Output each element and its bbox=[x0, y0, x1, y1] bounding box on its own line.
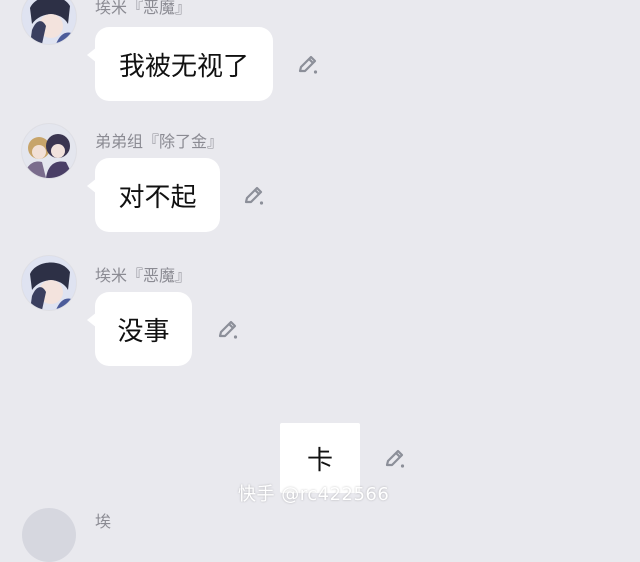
message-bubble[interactable]: 我被无视了 bbox=[87, 27, 273, 101]
pen-icon[interactable] bbox=[214, 317, 240, 343]
avatar[interactable] bbox=[22, 124, 76, 178]
pen-icon[interactable] bbox=[240, 183, 266, 209]
message-bubble[interactable]: 没事 bbox=[87, 292, 192, 366]
sender-name: 埃米『恶魔』 bbox=[95, 266, 192, 285]
pen-icon[interactable] bbox=[294, 52, 320, 78]
avatar[interactable] bbox=[22, 256, 76, 310]
avatar-image bbox=[22, 256, 76, 310]
watermark-text: 快手 @rc422566 bbox=[238, 484, 390, 505]
avatar-image bbox=[22, 124, 76, 178]
sender-name: 埃 bbox=[95, 512, 112, 531]
pen-icon[interactable] bbox=[381, 446, 407, 472]
message-bubble[interactable]: 对不起 bbox=[87, 158, 220, 232]
avatar[interactable] bbox=[22, 508, 76, 562]
avatar-image bbox=[22, 0, 76, 44]
sender-name: 弟弟组『除了金』 bbox=[95, 132, 224, 151]
avatar[interactable] bbox=[22, 0, 76, 44]
sender-name: 埃米『恶魔』 bbox=[95, 0, 192, 17]
